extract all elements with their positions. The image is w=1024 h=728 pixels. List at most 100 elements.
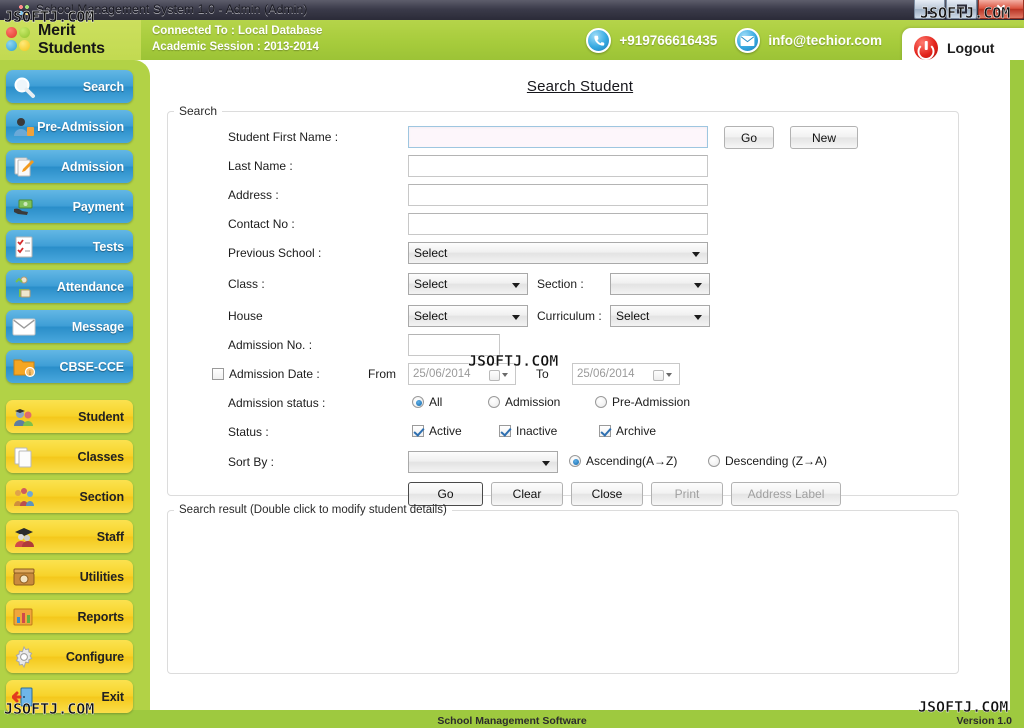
status-checkbox-active[interactable]: Active — [412, 424, 462, 438]
address-label: Address : — [228, 188, 279, 202]
connected-to-text: Connected To : Local Database — [152, 25, 323, 37]
house-label: House — [228, 309, 263, 323]
sidebar-item-reports[interactable]: Reports — [6, 600, 133, 633]
sort-order-radio-descending[interactable]: Descending (Z→A) — [708, 454, 827, 468]
checklist-icon — [10, 233, 37, 260]
section-label: Section : — [537, 277, 584, 291]
section-select[interactable] — [610, 273, 710, 295]
sidebar-item-classes[interactable]: Classes — [6, 440, 133, 473]
contact-no-label: Contact No : — [228, 217, 295, 231]
first-name-input[interactable] — [408, 126, 708, 148]
sidebar-item-pre-admission[interactable]: Pre-Admission — [6, 110, 133, 143]
cash-hand-icon — [10, 193, 37, 220]
curriculum-select[interactable]: Select — [610, 305, 710, 327]
admission-date-from-input[interactable]: 25/06/2014 — [408, 363, 516, 385]
status-label: Status : — [228, 425, 269, 439]
radio-dot — [569, 455, 581, 467]
sidebar-item-staff[interactable]: Staff — [6, 520, 133, 553]
class-label: Class : — [228, 277, 265, 291]
first-name-label: Student First Name : — [228, 130, 339, 144]
last-name-input[interactable] — [408, 155, 708, 177]
page-title: Search Student — [526, 78, 634, 95]
sidebar-item-label: Pre-Admission — [37, 119, 124, 134]
close-icon: ✕ — [995, 1, 1007, 17]
status-checkbox-inactive[interactable]: Inactive — [499, 424, 557, 438]
minimize-button[interactable] — [914, 0, 945, 19]
admission-date-to-value: 25/06/2014 — [577, 368, 635, 380]
logo-text: Merit Students — [38, 22, 105, 57]
admission-no-input[interactable] — [408, 334, 500, 356]
sidebar-item-label: Section — [79, 489, 125, 504]
search-result-list[interactable] — [168, 516, 958, 673]
house-select[interactable]: Select — [408, 305, 528, 327]
print-button[interactable]: Print — [651, 482, 723, 506]
sidebar-item-label: Attendance — [56, 279, 124, 294]
go-button-top[interactable]: Go — [724, 126, 774, 149]
class-select[interactable]: Select — [408, 273, 528, 295]
calendar-dropdown-icon[interactable] — [653, 368, 675, 382]
house-value: Select — [414, 309, 448, 323]
previous-school-select[interactable]: Select — [408, 242, 708, 264]
magnifier-icon — [10, 73, 37, 100]
admission-date-to-input[interactable]: 25/06/2014 — [572, 363, 680, 385]
sidebar-item-configure[interactable]: Configure — [6, 640, 133, 673]
contact-no-input[interactable] — [408, 213, 708, 235]
sidebar-item-admission[interactable]: Admission — [6, 150, 133, 183]
sort-by-select[interactable] — [408, 451, 558, 473]
chevron-down-icon — [692, 252, 700, 257]
sidebar-item-search[interactable]: Search — [6, 70, 133, 103]
chevron-down-icon — [694, 315, 702, 320]
document-pen-icon — [10, 153, 37, 180]
sidebar-item-label: Configure — [65, 649, 124, 664]
curriculum-label: Curriculum : — [537, 309, 602, 323]
close-button[interactable]: ✕ — [978, 0, 1024, 19]
checkbox-box — [412, 425, 424, 437]
checkbox-box — [499, 425, 511, 437]
status-checkbox-archive[interactable]: Archive — [599, 424, 656, 438]
checkbox-box — [599, 425, 611, 437]
logout-label: Logout — [947, 40, 995, 56]
sidebar-item-label: Admission — [61, 159, 124, 174]
chevron-down-icon — [512, 283, 520, 288]
sidebar-item-label: Reports — [77, 609, 124, 624]
window-controls: ✕ — [913, 0, 1024, 20]
sidebar-item-student[interactable]: Student — [6, 400, 133, 433]
radio-dot — [708, 455, 720, 467]
search-result-panel[interactable]: Search result (Double click to modify st… — [167, 504, 959, 674]
sidebar-item-attendance[interactable]: Attendance — [6, 270, 133, 303]
previous-school-value: Select — [414, 246, 448, 260]
power-icon — [914, 36, 938, 60]
new-button[interactable]: New — [790, 126, 858, 149]
admission-date-checkbox[interactable]: Admission Date : — [212, 367, 320, 381]
phone-number: +919766616435 — [619, 33, 718, 48]
connection-info: Connected To : Local Database Academic S… — [152, 23, 322, 55]
search-result-legend: Search result (Double click to modify st… — [179, 504, 447, 516]
last-name-label: Last Name : — [228, 159, 293, 173]
clear-button[interactable]: Clear — [491, 482, 563, 506]
sidebar-item-utilities[interactable]: Utilities — [6, 560, 133, 593]
sidebar-item-message[interactable]: Message — [6, 310, 133, 343]
close-button-form[interactable]: Close — [571, 482, 643, 506]
admission-status-radio-admission[interactable]: Admission — [488, 395, 560, 409]
search-group-legend: Search — [179, 104, 218, 118]
address-label-button[interactable]: Address Label — [731, 482, 841, 506]
checkbox-label: Archive — [616, 424, 657, 438]
radio-label: Ascending(A→Z) — [586, 454, 678, 468]
logo-dots-icon — [6, 27, 32, 53]
go-button[interactable]: Go — [408, 482, 483, 506]
calendar-dropdown-icon[interactable] — [489, 368, 511, 382]
maximize-button[interactable] — [946, 0, 977, 19]
admission-status-radio-pre-admission[interactable]: Pre-Admission — [595, 395, 690, 409]
sidebar-item-tests[interactable]: Tests — [6, 230, 133, 263]
window-title: School Management System 1.0 - Admin (Ad… — [36, 2, 308, 16]
sidebar-item-exit[interactable]: Exit — [6, 680, 133, 713]
address-input[interactable] — [408, 184, 708, 206]
envelope-icon — [10, 313, 37, 340]
sort-order-radio-ascending[interactable]: Ascending(A→Z) — [569, 454, 677, 468]
sidebar-item-cbse-cce[interactable]: i CBSE-CCE — [6, 350, 133, 383]
sidebar-item-payment[interactable]: Payment — [6, 190, 133, 223]
admission-status-radio-all[interactable]: All — [412, 395, 442, 409]
folder-info-icon: i — [10, 353, 37, 380]
email-address: info@techior.com — [768, 33, 882, 48]
sidebar-item-section[interactable]: Section — [6, 480, 133, 513]
